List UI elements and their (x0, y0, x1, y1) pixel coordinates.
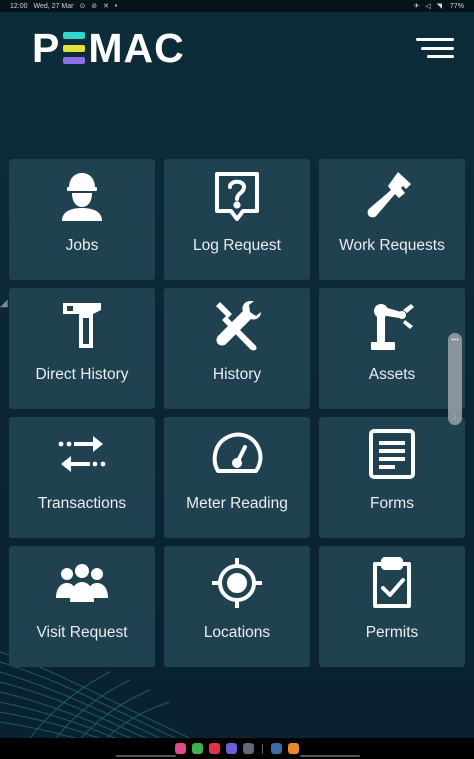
tile-jobs[interactable]: Jobs (9, 159, 155, 280)
status-bar: 12:00 Wed, 27 Mar ⊙ ⊘ ✕ • ✈ ◁ ◥ 77% (0, 0, 474, 12)
logo-e-bars (63, 32, 86, 64)
more-dots-icon: ••• (451, 337, 459, 344)
nav-pill (116, 755, 176, 757)
tile-label: History (212, 366, 262, 383)
tile-forms[interactable]: Forms (319, 417, 465, 538)
menu-line (427, 55, 454, 58)
app-icon-apps[interactable] (243, 743, 254, 754)
pipe-wrench-icon (365, 169, 419, 223)
worker-icon (55, 169, 109, 223)
tile-visit-request[interactable]: Visit Request (9, 546, 155, 667)
tile-history[interactable]: History (164, 288, 310, 409)
app-icon-browser[interactable] (288, 743, 299, 754)
app-icon-flower[interactable] (175, 743, 186, 754)
tile-label: Assets (368, 366, 416, 383)
tile-direct-history[interactable]: Direct History (9, 288, 155, 409)
app-icon-messages[interactable] (226, 743, 237, 754)
handle-icon: ⋮ (451, 414, 459, 421)
status-date: Wed, 27 Mar (33, 2, 74, 10)
group-icon (55, 556, 109, 610)
transfer-arrows-icon (55, 427, 109, 481)
tile-assets[interactable]: Assets (319, 288, 465, 409)
document-icon (365, 427, 419, 481)
question-bubble-icon (210, 169, 264, 223)
logo-text-p: P (32, 25, 61, 71)
clipboard-check-icon (365, 556, 419, 610)
status-left-icons: ⊙ ⊘ ✕ • (79, 3, 120, 10)
edge-arrow-icon: ◢ (0, 298, 8, 309)
robot-arm-icon (365, 298, 419, 352)
menu-line (416, 38, 454, 41)
battery-level: 77% (449, 2, 464, 10)
status-right-icons: ✈ ◁ ◥ (413, 3, 444, 10)
app-icon-camera[interactable] (209, 743, 220, 754)
gauge-icon (210, 427, 264, 481)
tile-label: Work Requests (339, 237, 445, 254)
tile-label: Locations (203, 624, 271, 641)
module-grid: Jobs Log Request Work Requests Direct Hi… (9, 159, 465, 667)
logo-bar-top (63, 32, 86, 39)
menu-line (421, 46, 454, 50)
taskbar (0, 738, 474, 759)
hammer-icon (55, 298, 109, 352)
nav-pill (300, 755, 360, 757)
tile-work-requests[interactable]: Work Requests (319, 159, 465, 280)
tile-meter-reading[interactable]: Meter Reading (164, 417, 310, 538)
tile-label: Visit Request (36, 624, 128, 641)
tile-log-request[interactable]: Log Request (164, 159, 310, 280)
tile-label: Transactions (37, 495, 127, 512)
crosshair-icon (210, 556, 264, 610)
logo-bar-bottom (63, 57, 86, 64)
tile-label: Forms (370, 495, 414, 512)
tile-label: Jobs (65, 237, 99, 254)
tile-permits[interactable]: Permits (319, 546, 465, 667)
tile-label: Log Request (193, 237, 281, 254)
tile-transactions[interactable]: Transactions (9, 417, 155, 538)
tools-icon (210, 298, 264, 352)
logo-text-mac: MAC (88, 25, 185, 71)
app-icon-grid[interactable] (192, 743, 203, 754)
hamburger-menu-button[interactable] (416, 38, 454, 58)
edge-panel-handle[interactable]: ••• ⋮ (448, 333, 462, 425)
pemac-logo: P MAC (32, 25, 185, 71)
status-time: 12:00 (10, 2, 28, 10)
taskbar-separator (262, 743, 263, 754)
tile-locations[interactable]: Locations (164, 546, 310, 667)
tile-label: Meter Reading (186, 495, 288, 512)
logo-bar-middle (63, 44, 86, 52)
app-icon-settings[interactable] (271, 743, 282, 754)
tile-label: Direct History (35, 366, 129, 383)
tile-label: Permits (365, 624, 419, 641)
